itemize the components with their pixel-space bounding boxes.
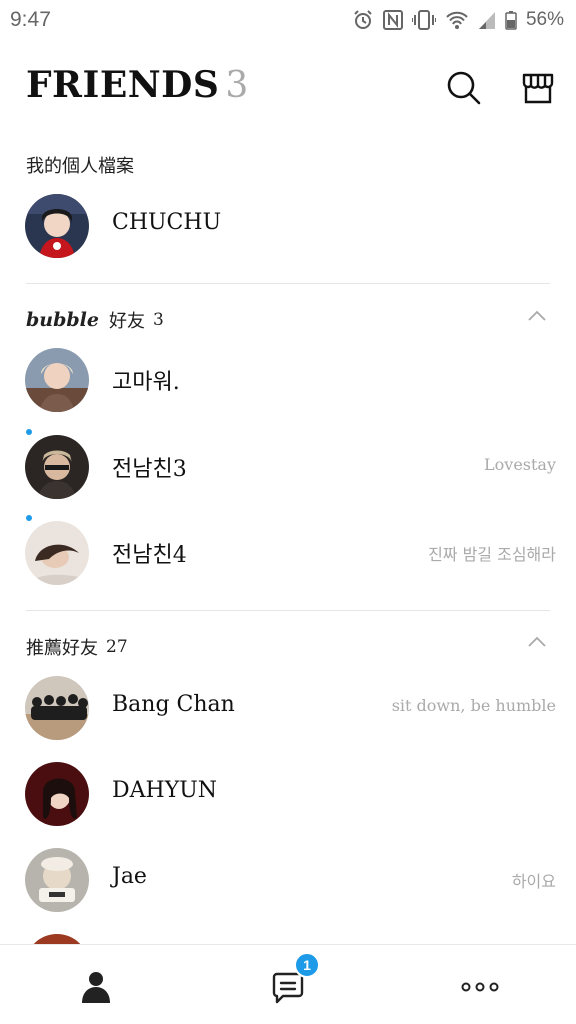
vibrate-icon [411, 10, 436, 30]
friends-count: 3 [225, 65, 249, 106]
divider [26, 283, 550, 284]
nav-friends-tab[interactable] [72, 963, 120, 1011]
bubble-section-label: bubble 好友 3 [26, 307, 164, 333]
bottom-nav [0, 944, 576, 1024]
friend-name: 고마워. [112, 370, 180, 395]
recommended-section-label: 推薦好友 27 [26, 634, 128, 660]
avatar [25, 521, 89, 585]
list-item[interactable]: Bang Chan sit down, be humble [0, 668, 576, 748]
friend-name: Jae [112, 864, 147, 889]
shop-icon [522, 73, 554, 104]
search-button[interactable] [444, 68, 484, 108]
bubble-collapse-button[interactable] [524, 306, 550, 326]
person-icon [82, 972, 110, 1003]
friend-name: 전남친4 [112, 543, 187, 568]
friend-status: 하이요 [511, 872, 556, 891]
page-title-text: FRIENDS [26, 64, 220, 106]
search-icon [447, 71, 481, 105]
more-icon [461, 982, 499, 992]
new-indicator-dot [26, 515, 32, 521]
avatar [25, 848, 89, 912]
recommended-collapse-button[interactable] [524, 632, 550, 652]
nav-more-tab[interactable] [456, 963, 504, 1011]
bubble-logo: bubble [26, 309, 99, 331]
recommended-section-count: 27 [106, 637, 128, 657]
signal-icon [478, 10, 496, 30]
bubble-section-count: 3 [152, 310, 164, 330]
list-item[interactable]: 고마워. [0, 340, 576, 420]
friend-name: 전남친3 [112, 457, 187, 482]
friend-name: Bang Chan [112, 692, 235, 717]
avatar [25, 348, 89, 412]
page-title: FRIENDS 3 [26, 64, 249, 106]
my-profile-label: 我的個人檔案 [26, 152, 134, 178]
battery-percent: 56% [525, 9, 564, 30]
friend-name: DAHYUN [112, 778, 218, 803]
recommended-section-title: 推薦好友 [26, 638, 98, 659]
chevron-up-icon [528, 310, 546, 321]
friend-status: sit down, be humble [391, 696, 556, 715]
friend-status: Lovestay [484, 455, 556, 474]
list-item[interactable]: Jae 하이요 [0, 840, 576, 920]
header: FRIENDS 3 [0, 58, 576, 118]
avatar [25, 676, 89, 740]
avatar [25, 435, 89, 499]
chat-unread-badge: 1 [294, 952, 320, 978]
profile-name: CHUCHU [112, 210, 222, 235]
wifi-icon [445, 10, 469, 30]
battery-icon [505, 10, 517, 30]
avatar [25, 194, 89, 258]
nfc-icon [382, 10, 403, 30]
my-profile-label-text: 我的個人檔案 [26, 156, 134, 177]
new-indicator-dot [26, 429, 32, 435]
divider [26, 610, 550, 611]
list-item[interactable]: 전남친4 진짜 밤길 조심해라 [0, 513, 576, 593]
friend-status: 진짜 밤길 조심해라 [428, 545, 556, 564]
status-bar: 9:47 56% [0, 0, 576, 40]
list-item[interactable]: DAHYUN [0, 754, 576, 834]
my-profile-row[interactable]: CHUCHU [0, 186, 576, 266]
shop-button[interactable] [518, 68, 558, 108]
bubble-section-title: 好友 [108, 311, 145, 332]
alarm-icon [352, 9, 374, 31]
status-time: 9:47 [10, 8, 51, 31]
avatar [25, 762, 89, 826]
list-item[interactable]: 전남친3 Lovestay [0, 427, 576, 507]
chevron-up-icon [528, 636, 546, 647]
status-icons: 56% [352, 9, 564, 31]
